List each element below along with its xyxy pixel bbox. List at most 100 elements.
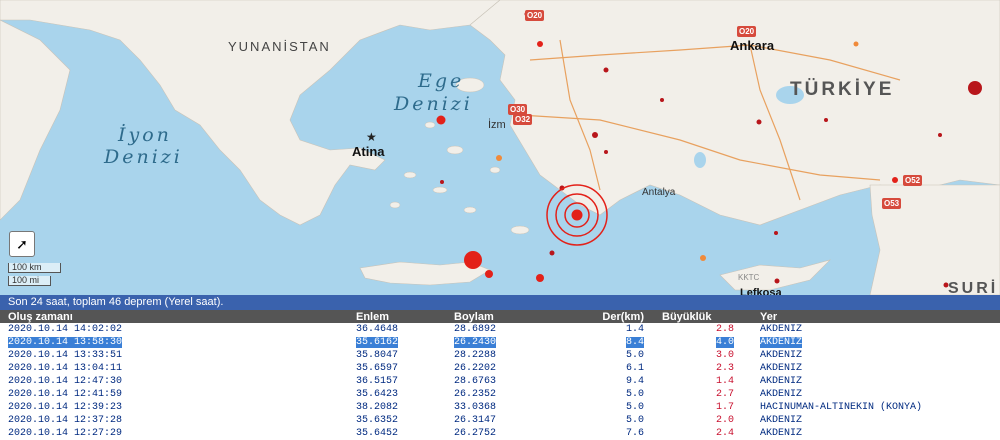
cell-lon-text: 26.2202 [454, 363, 497, 374]
cell-lon-text: 26.2352 [454, 389, 497, 400]
table-row[interactable]: 2020.10.14 13:04:11 35.6597 26.2202 6.1 2.3 A… [0, 362, 1000, 375]
col-mag[interactable]: Büyüklük [654, 310, 752, 323]
cell-time-text: 2020.10.14 14:02:02 [8, 324, 123, 335]
label-iyon: İyon [118, 124, 172, 146]
cell-place-text: AKDENIZ [760, 428, 803, 439]
cell-depth-text: 5.0 [625, 389, 644, 400]
cell-depth: 5.0 [566, 349, 654, 362]
cell-time: 2020.10.14 12:27:29 [0, 427, 348, 440]
cell-mag: 4.0 [654, 336, 752, 349]
road-shield: O20 [737, 26, 757, 37]
cell-lat-text: 35.6162 [356, 337, 399, 348]
label-atina: Atina [352, 144, 385, 159]
cell-lat: 35.6162 [348, 336, 446, 349]
cell-time-text: 2020.10.14 13:58:30 [8, 337, 123, 348]
label-suriye: SURİ [948, 280, 999, 295]
table-row[interactable]: 2020.10.14 12:27:29 35.6452 26.2752 7.6 2.4 A… [0, 427, 1000, 440]
cell-mag: 2.4 [654, 427, 752, 440]
cell-place: HACINUMAN-ALTINEKIN (KONYA) [752, 401, 1000, 414]
col-depth[interactable]: Der(km) [566, 310, 654, 323]
label-ankara: Ankara [730, 38, 775, 53]
col-lon[interactable]: Boylam [446, 310, 566, 323]
cell-lon-text: 26.2430 [454, 337, 497, 348]
cell-depth-text: 5.0 [625, 402, 644, 413]
cell-time-text: 2020.10.14 12:47:30 [8, 376, 123, 387]
cell-mag-text: 2.7 [715, 389, 734, 400]
cell-lat-text: 35.6597 [356, 363, 399, 374]
cell-place-text: AKDENIZ [760, 415, 803, 426]
cell-depth-text: 5.0 [625, 415, 644, 426]
cell-place-text: AKDENIZ [760, 350, 803, 361]
cell-place: AKDENIZ [752, 427, 1000, 440]
quake-marker [496, 155, 502, 161]
label-iyon-denizi: Denizi [104, 146, 183, 168]
cell-place: AKDENIZ [752, 323, 1000, 336]
cell-time-text: 2020.10.14 12:39:23 [8, 402, 123, 413]
quake-marker [537, 41, 543, 47]
cell-time: 2020.10.14 14:02:02 [0, 323, 348, 336]
label-antalya: Antalya [642, 187, 676, 198]
fullscreen-button[interactable]: ➚ [9, 231, 35, 257]
cell-lon-text: 28.6892 [454, 324, 497, 335]
arrow-diagonal-icon: ➚ [16, 235, 28, 252]
col-lat[interactable]: Enlem [348, 310, 446, 323]
cell-mag-text: 2.3 [715, 363, 734, 374]
cell-lon: 26.2352 [446, 388, 566, 401]
cell-place-text: AKDENIZ [760, 324, 803, 335]
cell-place-text: HACINUMAN-ALTINEKIN (KONYA) [760, 402, 923, 413]
cell-lon: 26.3147 [446, 414, 566, 427]
cell-time-text: 2020.10.14 12:27:29 [8, 428, 123, 439]
cell-lon-text: 26.2752 [454, 428, 497, 439]
earthquake-map[interactable]: ★ YUNANİSTAN Ege Denizi İyon Denizi TÜRK… [0, 0, 1000, 295]
cell-place: AKDENIZ [752, 388, 1000, 401]
road-shield: O52 [903, 175, 923, 186]
cell-mag: 1.4 [654, 375, 752, 388]
cell-lat-text: 35.6352 [356, 415, 399, 426]
col-time[interactable]: Oluş zamanı [0, 310, 348, 323]
cell-depth: 8.4 [566, 336, 654, 349]
table-row[interactable]: 2020.10.14 12:39:23 38.2082 33.0368 5.0 1.7 H… [0, 401, 1000, 414]
table-row[interactable]: 2020.10.14 12:47:30 36.5157 28.6763 9.4 1.4 A… [0, 375, 1000, 388]
cell-time-text: 2020.10.14 13:04:11 [8, 363, 123, 374]
cell-depth: 1.4 [566, 323, 654, 336]
cell-mag-text: 4.0 [715, 337, 734, 348]
cell-lon: 26.2430 [446, 336, 566, 349]
label-kktc: KKTC [738, 273, 760, 282]
quake-marker [892, 177, 898, 183]
cell-lat: 35.6423 [348, 388, 446, 401]
quake-marker [660, 98, 664, 102]
table-row[interactable]: 2020.10.14 13:58:30 35.6162 26.2430 8.4 4.0 A… [0, 336, 1000, 349]
cell-lon: 28.6763 [446, 375, 566, 388]
table-row[interactable]: 2020.10.14 14:02:02 36.4648 28.6892 1.4 2.8 A… [0, 323, 1000, 336]
cell-depth-text: 8.4 [625, 337, 644, 348]
quake-marker [853, 41, 859, 47]
table-row[interactable]: 2020.10.14 12:41:59 35.6423 26.2352 5.0 2.7 A… [0, 388, 1000, 401]
quake-marker [604, 150, 608, 154]
cell-lat: 38.2082 [348, 401, 446, 414]
cell-time: 2020.10.14 13:33:51 [0, 349, 348, 362]
cell-lat: 35.8047 [348, 349, 446, 362]
quake-marker [485, 270, 493, 278]
quake-marker [592, 132, 598, 138]
cell-lat-text: 36.4648 [356, 324, 399, 335]
table-row[interactable]: 2020.10.14 12:37:28 35.6352 26.3147 5.0 2.0 A… [0, 414, 1000, 427]
quake-marker [464, 251, 482, 269]
col-place[interactable]: Yer [752, 310, 1000, 323]
label-yunanistan: YUNANİSTAN [228, 39, 331, 54]
cell-time: 2020.10.14 13:58:30 [0, 336, 348, 349]
land-cyprus [719, 259, 832, 291]
cell-lat-text: 38.2082 [356, 402, 399, 413]
quake-marker [549, 250, 555, 256]
table-row[interactable]: 2020.10.14 13:33:51 35.8047 28.2288 5.0 3.0 A… [0, 349, 1000, 362]
cell-depth-text: 7.6 [625, 428, 644, 439]
capital-star-icon: ★ [366, 130, 377, 144]
cell-mag-text: 2.4 [715, 428, 734, 439]
cell-mag: 3.0 [654, 349, 752, 362]
cell-mag: 2.0 [654, 414, 752, 427]
cell-place-text: AKDENIZ [760, 337, 803, 348]
quake-marker [938, 133, 942, 137]
cell-depth-text: 1.4 [625, 324, 644, 335]
cell-place-text: AKDENIZ [760, 389, 803, 400]
table-header-row: Oluş zamanı Enlem Boylam Der(km) Büyüklü… [0, 310, 1000, 323]
cell-mag: 1.7 [654, 401, 752, 414]
